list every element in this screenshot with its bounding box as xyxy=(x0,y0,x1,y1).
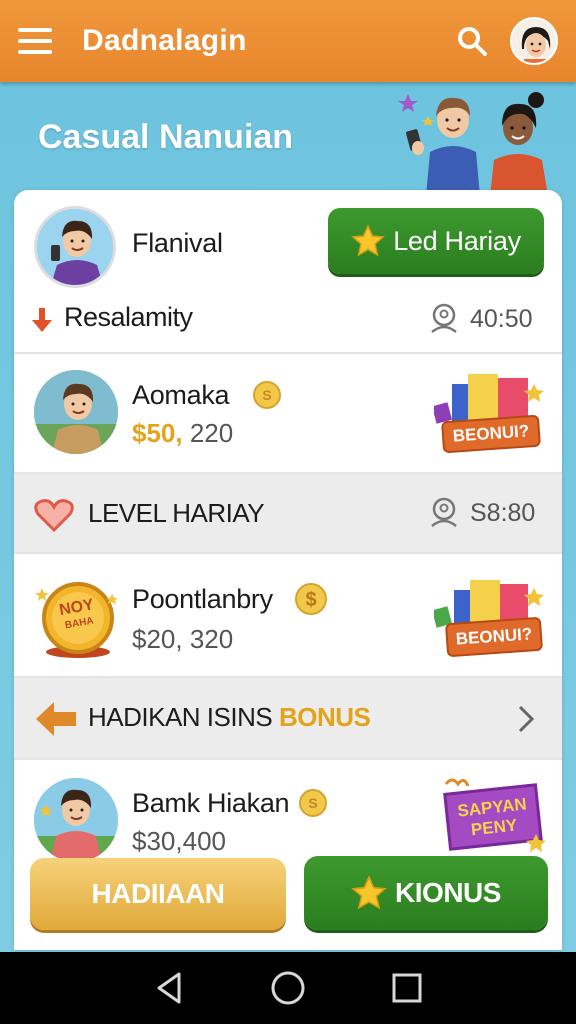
coin-icon: S xyxy=(253,381,281,409)
location-pin-icon xyxy=(431,497,457,527)
list-item[interactable]: NOY BAHA Poontlanbry $ $20, 320 BEONUI? xyxy=(14,554,562,678)
top-app-bar: Dadnalagin xyxy=(0,0,576,82)
coin-icon: S xyxy=(299,789,327,817)
amount-primary: $50, xyxy=(132,418,183,448)
friends-illustration xyxy=(398,92,548,196)
bonus-label: HADIKAN ISINS BONUS xyxy=(88,702,371,733)
player-amount: $50, 220 xyxy=(132,418,233,449)
user-name: Flanival xyxy=(132,228,223,258)
bonus-label-text: HADIKAN ISINS xyxy=(88,702,279,732)
bonus-gift-badge[interactable]: BEONUI? xyxy=(431,568,544,668)
hero-banner: Casual Nanuian xyxy=(0,82,576,196)
promo-badge[interactable]: SAPYAN PENY xyxy=(438,774,548,858)
kionus-button[interactable]: KIONUS xyxy=(304,856,548,930)
user-avatar[interactable] xyxy=(34,206,116,288)
level-label: LEVEL HARIAY xyxy=(88,498,265,528)
svg-text:S: S xyxy=(262,387,271,403)
app-title: Dadnalagin xyxy=(82,24,247,57)
led-hariay-label: Led Hariay xyxy=(393,225,521,256)
player-amount: $30,400 xyxy=(132,826,226,856)
player-amount: $20, 320 xyxy=(132,624,234,654)
heart-icon xyxy=(34,499,74,532)
hero-title: Casual Nanuian xyxy=(38,118,294,156)
level-row: LEVEL HARIAY S8:80 xyxy=(14,474,562,554)
coin-medal-badge: NOY BAHA xyxy=(34,576,120,662)
bonus-badge-label: BEONUI? xyxy=(441,414,541,454)
search-icon[interactable] xyxy=(452,21,492,61)
bonus-nav-row[interactable]: HADIKAN ISINS BONUS xyxy=(14,678,562,760)
leaderboard-card: Flanival Led Hariay Resalamity 40:50 Aom… xyxy=(14,190,562,950)
svg-text:S: S xyxy=(308,795,317,811)
left-arrow-icon xyxy=(36,702,76,736)
down-arrow-icon xyxy=(32,308,52,332)
kionus-label: KIONUS xyxy=(395,877,501,908)
player-avatar xyxy=(34,778,118,862)
led-hariay-button[interactable]: Led Hariay xyxy=(328,208,544,274)
status-timer: 40:50 xyxy=(428,302,533,336)
player-avatar xyxy=(34,370,118,454)
status-row: Resalamity 40:50 xyxy=(14,290,562,354)
bonus-gift-badge[interactable]: BEONUI? xyxy=(431,364,544,464)
user-row: Flanival Led Hariay xyxy=(14,190,562,290)
svg-text:$: $ xyxy=(305,589,316,611)
chevron-right-icon xyxy=(518,705,535,733)
player-name: Aomaka xyxy=(132,380,230,410)
system-nav-bar xyxy=(0,952,576,1024)
back-nav-icon[interactable] xyxy=(149,968,189,1008)
level-timer: S8:80 xyxy=(428,496,535,530)
list-item[interactable]: Aomaka S $50, 220 BEONUI? xyxy=(14,354,562,474)
star-icon xyxy=(351,875,387,910)
hamburger-menu-icon[interactable] xyxy=(18,28,52,54)
status-timer-value: 40:50 xyxy=(470,304,533,333)
player-name: Bamk Hiakan xyxy=(132,788,290,818)
profile-avatar[interactable] xyxy=(510,17,558,65)
bonus-label-highlight: BONUS xyxy=(278,702,371,732)
recents-nav-icon[interactable] xyxy=(387,968,427,1008)
status-label: Resalamity xyxy=(64,302,193,332)
bonus-badge-label: BEONUI? xyxy=(444,616,544,658)
hadiiaan-label: HADIIAAN xyxy=(91,878,225,909)
dollar-coin-icon: $ xyxy=(295,583,327,615)
home-nav-icon[interactable] xyxy=(268,968,308,1008)
player-name: Poontlanbry xyxy=(132,584,273,614)
star-icon xyxy=(351,224,386,257)
amount-secondary: 220 xyxy=(182,418,234,448)
hadiiaan-button[interactable]: HADIIAAN xyxy=(30,858,286,930)
level-timer-value: S8:80 xyxy=(470,498,536,527)
location-pin-icon xyxy=(431,303,457,333)
